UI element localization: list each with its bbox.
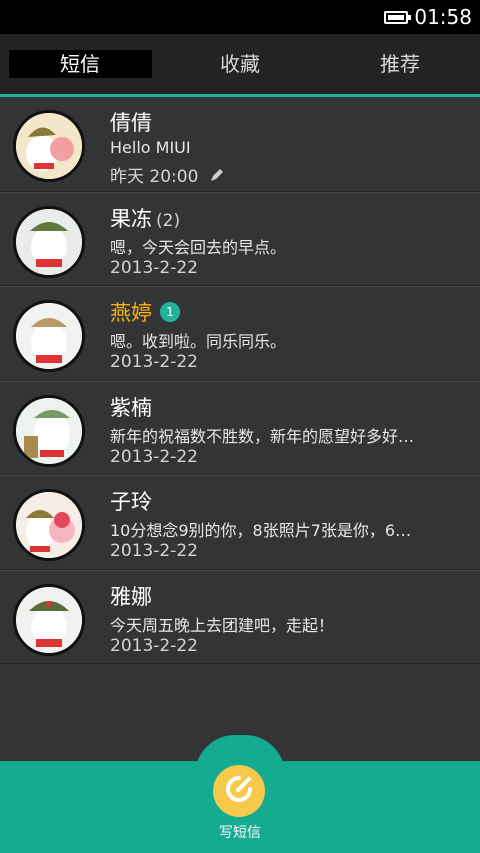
conversation-row[interactable]: 倩倩 Hello MIUI 昨天 20:00	[0, 97, 480, 192]
message-date: 昨天 20:00	[110, 162, 224, 187]
message-date: 2013-2-22	[110, 257, 198, 278]
message-date: 2013-2-22	[110, 352, 198, 372]
conversation-list: 倩倩 Hello MIUI 昨天 20:00 果冻 (2) 嗯，今天会回去的早点。…	[0, 97, 480, 664]
conversation-row[interactable]: 子玲 10分想念9别的你，8张照片7张是你，6… 2013-2-22	[0, 475, 480, 570]
avatar	[13, 489, 85, 561]
avatar	[13, 300, 85, 372]
avatar	[13, 110, 85, 182]
clock: 01:58	[414, 5, 472, 29]
message-date: 2013-2-22	[110, 635, 198, 656]
message-date: 2013-2-22	[110, 446, 198, 467]
tab-label: 推荐	[380, 52, 420, 76]
message-preview: 10分想念9别的你，8张照片7张是你，6…	[110, 521, 412, 540]
tab-recommended[interactable]: 推荐	[320, 34, 480, 94]
contact-name: 雅娜	[110, 584, 152, 609]
compose-button[interactable]	[213, 765, 265, 817]
conversation-row[interactable]: 雅娜 今天周五晚上去团建吧，走起！ 2013-2-22	[0, 569, 480, 664]
avatar	[13, 583, 85, 656]
conversation-row[interactable]: 果冻 (2) 嗯，今天会回去的早点。 2013-2-22	[0, 191, 480, 286]
avatar	[13, 394, 85, 467]
unread-badge: 1	[160, 302, 180, 322]
message-date: 2013-2-22	[110, 541, 198, 561]
conversation-row[interactable]: 燕婷 1 嗯。收到啦。同乐同乐。 2013-2-22	[0, 286, 480, 381]
message-preview: Hello MIUI	[110, 138, 191, 157]
tab-favorites[interactable]: 收藏	[160, 34, 320, 94]
tab-bar: 短信 收藏 推荐	[0, 34, 480, 94]
contact-name: 子玲	[110, 490, 152, 514]
contact-name: 燕婷 1	[110, 297, 180, 327]
tab-label: 收藏	[220, 52, 260, 76]
message-preview: 嗯，今天会回去的早点。	[110, 237, 287, 257]
pencil-icon	[210, 167, 224, 187]
message-preview: 嗯。收到啦。同乐同乐。	[110, 332, 287, 351]
battery-icon	[384, 10, 412, 24]
compose-icon	[224, 774, 254, 808]
message-preview: 新年的祝福数不胜数，新年的愿望好多好…	[110, 426, 415, 446]
message-preview: 今天周五晚上去团建吧，走起！	[110, 615, 335, 635]
contact-name: 紫楠	[110, 395, 152, 420]
message-count: (2)	[156, 210, 181, 231]
status-bar: 01:58	[0, 0, 480, 34]
compose-label: 写短信	[219, 825, 261, 841]
tab-messages[interactable]: 短信	[0, 34, 160, 94]
contact-name: 倩倩	[110, 111, 152, 135]
conversation-row[interactable]: 紫楠 新年的祝福数不胜数，新年的愿望好多好… 2013-2-22	[0, 380, 480, 475]
avatar	[13, 205, 85, 278]
tab-label: 短信	[8, 50, 152, 78]
contact-name: 果冻 (2)	[110, 206, 181, 231]
